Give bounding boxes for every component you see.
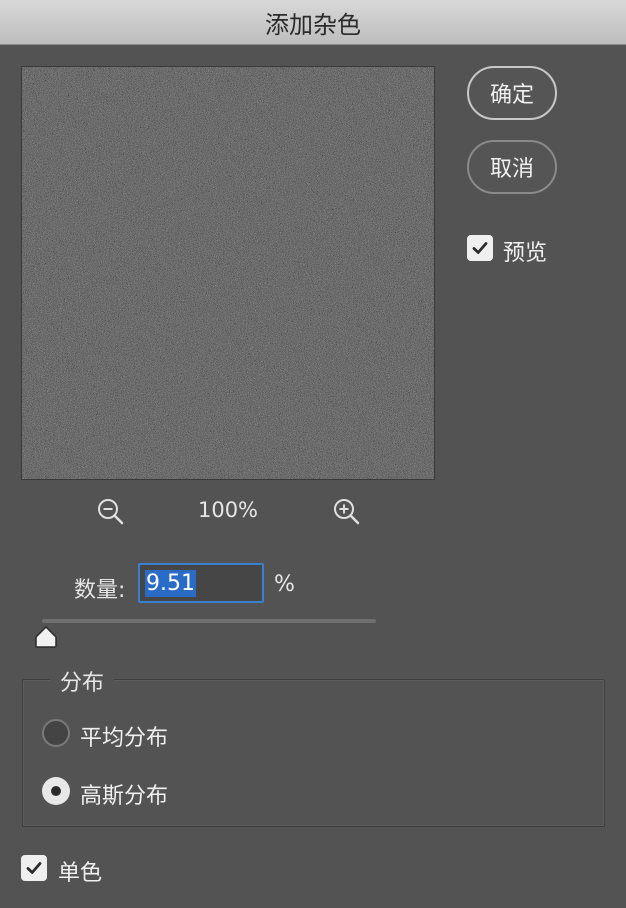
radio-selected-dot xyxy=(51,786,61,796)
zoom-level: 100% xyxy=(197,498,259,522)
monochromatic-label[interactable]: 单色 xyxy=(58,855,102,887)
amount-slider-track[interactable] xyxy=(42,619,376,623)
checkmark-icon xyxy=(26,862,42,874)
distribution-legend: 分布 xyxy=(50,665,115,697)
amount-slider-thumb[interactable] xyxy=(33,625,59,649)
checkmark-icon xyxy=(472,242,488,254)
radio-gaussian-label[interactable]: 高斯分布 xyxy=(80,778,168,810)
radio-uniform[interactable] xyxy=(42,719,70,747)
amount-unit: % xyxy=(274,572,295,597)
preview-checkbox-label[interactable]: 预览 xyxy=(503,235,547,267)
zoom-in-icon[interactable] xyxy=(332,497,362,527)
ok-button[interactable]: 确定 xyxy=(467,66,557,120)
dialog-title-bar[interactable]: 添加杂色 xyxy=(0,0,626,45)
zoom-out-icon[interactable] xyxy=(96,497,126,527)
radio-gaussian[interactable] xyxy=(42,777,70,805)
amount-label: 数量: xyxy=(74,578,126,603)
cancel-button[interactable]: 取消 xyxy=(467,140,557,194)
preview-checkbox[interactable] xyxy=(467,235,493,261)
noise-preview-pane[interactable] xyxy=(21,66,435,480)
amount-input[interactable]: 9.51 xyxy=(138,563,264,603)
amount-value[interactable]: 9.51 xyxy=(145,569,196,597)
dialog-title: 添加杂色 xyxy=(265,10,361,39)
monochromatic-checkbox[interactable] xyxy=(21,855,47,881)
radio-uniform-label[interactable]: 平均分布 xyxy=(80,720,168,752)
